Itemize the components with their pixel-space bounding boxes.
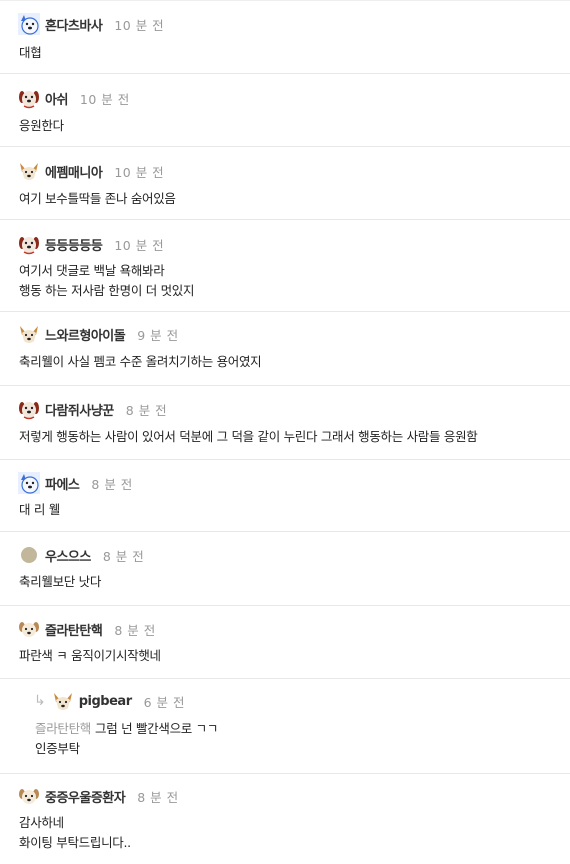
comment-author[interactable]: 중증우울증환자 [45, 787, 126, 806]
red-dog-avatar-icon[interactable] [18, 233, 40, 255]
comment-time: 8 분 전 [114, 622, 156, 638]
comment-text: 대 리 웰 [19, 500, 60, 520]
comment-line: 축리웰보단 낫다 [19, 574, 102, 589]
comment-line: 대 리 웰 [19, 502, 60, 517]
comment-header: 혼다츠바사 10 분 전 [18, 12, 164, 36]
comment-time: 10 분 전 [114, 164, 165, 180]
comment-item: 에펨매니아 10 분 전 여기 보수틀딱들 존나 숨어있음 [0, 147, 570, 220]
comment-item: 혼다츠바사 10 분 전 대협 [0, 0, 570, 74]
comment-line: 파란색 ㅋ 움직이기시작햇네 [19, 648, 161, 663]
comment-item: 즐라탄탄핵 8 분 전 파란색 ㅋ 움직이기시작햇네 [0, 606, 570, 679]
comment-time: 8 분 전 [102, 548, 145, 564]
comment-header: 우스으스 8 분 전 [18, 543, 144, 567]
comment-author[interactable]: 에펨매니아 [45, 162, 103, 181]
corgi-avatar-icon[interactable] [52, 690, 74, 712]
comment-line: 화이팅 부탁드립니다.. [19, 835, 131, 850]
comment-item: 아쉬 10 분 전 응원한다 [0, 74, 570, 147]
reply-item: ↳ pigbear 6 분 전 즐라탄탄핵 그럼 넌 빨간색으로 ㄱㄱ 인증부탁 [0, 679, 570, 774]
comment-list: 혼다츠바사 10 분 전 대협 아쉬 10 분 전 응원한다 에펨매니아 10 … [0, 0, 570, 864]
comment-item: 우스으스 8 분 전 축리웰보단 낫다 [0, 532, 570, 606]
comment-line: 응원한다 [19, 118, 64, 133]
comment-text: 응원한다 [19, 116, 64, 136]
comment-text: 여기 보수틀딱들 존나 숨어있음 [19, 189, 176, 209]
comment-item: 파에스 8 분 전 대 리 웰 [0, 460, 570, 532]
puppy-avatar-icon[interactable] [18, 785, 40, 807]
comment-text: 파란색 ㅋ 움직이기시작햇네 [19, 646, 161, 666]
comment-line: 저렇게 행동하는 사람이 있어서 덕분에 그 덕을 같이 누린다 그래서 행동하… [19, 429, 478, 444]
comment-author[interactable]: 파에스 [45, 474, 80, 493]
comment-line: 축리웰이 사실 펨코 수준 올려치기하는 용어였지 [19, 354, 262, 369]
comment-time: 10 분 전 [114, 17, 165, 33]
comment-line: 행동 하는 저사람 한명이 더 멋있지 [19, 283, 195, 298]
comment-time: 8 분 전 [125, 402, 168, 418]
comment-text: 대협 [19, 43, 42, 63]
corgi-avatar-icon[interactable] [18, 160, 40, 182]
comment-time: 6 분 전 [143, 694, 186, 710]
comment-author[interactable]: 느와르형아이돌 [45, 325, 126, 344]
comment-line: 그럼 넌 빨간색으로 ㄱㄱ [95, 721, 219, 736]
comment-text: 축리웰보단 낫다 [19, 572, 101, 592]
corgi-avatar-icon[interactable] [18, 323, 40, 345]
comment-author[interactable]: 즐라탄탄핵 [45, 620, 103, 639]
comment-text: 저렇게 행동하는 사람이 있어서 덕분에 그 덕을 같이 누린다 그래서 행동하… [19, 427, 478, 447]
comment-text: 축리웰이 사실 펨코 수준 올려치기하는 용어였지 [19, 352, 262, 372]
red-dog-avatar-icon[interactable] [18, 87, 40, 109]
comment-author[interactable]: 다람쥐사냥꾼 [45, 400, 114, 419]
comment-header: 아쉬 10 분 전 [18, 86, 130, 110]
comment-time: 8 분 전 [91, 476, 133, 492]
comment-header: 파에스 8 분 전 [18, 471, 133, 495]
comment-header: 다람쥐사냥꾼 8 분 전 [18, 397, 167, 421]
reply-arrow-icon: ↳ [34, 693, 46, 709]
comment-header: 에펨매니아 10 분 전 [18, 159, 164, 183]
comment-time: 10 분 전 [79, 91, 130, 107]
comment-time: 10 분 전 [114, 237, 165, 253]
red-dog-avatar-icon[interactable] [18, 398, 40, 420]
comment-time: 8 분 전 [137, 789, 179, 805]
comment-item: 느와르형아이돌 9 분 전 축리웰이 사실 펨코 수준 올려치기하는 용어였지 [0, 312, 570, 386]
comment-author[interactable]: 우스으스 [45, 546, 91, 565]
comment-line: 인증부탁 [35, 741, 80, 756]
puppy-avatar-icon[interactable] [18, 618, 40, 640]
comment-item: 중증우울증환자 8 분 전 감사하네 화이팅 부탁드립니다.. [0, 774, 570, 864]
comment-text: 즐라탄탄핵 그럼 넌 빨간색으로 ㄱㄱ 인증부탁 [35, 719, 218, 759]
comment-header: 등등등등등 10 분 전 [18, 232, 164, 256]
comment-line: 여기 보수틀딱들 존나 숨어있음 [19, 191, 176, 206]
mention-tag[interactable]: 즐라탄탄핵 [35, 721, 91, 736]
comment-header: ↳ pigbear 6 분 전 [34, 689, 185, 713]
comment-author[interactable]: 아쉬 [45, 89, 68, 108]
comment-item: 등등등등등 10 분 전 여기서 댓글로 백날 욕해봐라 행동 하는 저사람 한… [0, 220, 570, 312]
comment-text: 감사하네 화이팅 부탁드립니다.. [19, 813, 131, 853]
blue-dog-avatar-icon[interactable] [18, 472, 40, 494]
comment-line: 대협 [19, 45, 42, 60]
comment-time: 9 분 전 [137, 327, 179, 343]
comment-header: 느와르형아이돌 9 분 전 [18, 322, 179, 346]
comment-item: 다람쥐사냥꾼 8 분 전 저렇게 행동하는 사람이 있어서 덕분에 그 덕을 같… [0, 386, 570, 460]
blue-dog-avatar-icon[interactable] [18, 13, 40, 35]
round-avatar-icon[interactable] [18, 544, 40, 566]
comment-author[interactable]: 등등등등등 [45, 235, 103, 254]
comment-text: 여기서 댓글로 백날 욕해봐라 행동 하는 저사람 한명이 더 멋있지 [19, 261, 194, 301]
comment-header: 중증우울증환자 8 분 전 [18, 784, 179, 808]
comment-header: 즐라탄탄핵 8 분 전 [18, 617, 156, 641]
comment-line: 여기서 댓글로 백날 욕해봐라 [19, 263, 165, 278]
comment-author[interactable]: pigbear [79, 694, 132, 709]
comment-author[interactable]: 혼다츠바사 [45, 15, 103, 34]
comment-line: 감사하네 [19, 815, 64, 830]
